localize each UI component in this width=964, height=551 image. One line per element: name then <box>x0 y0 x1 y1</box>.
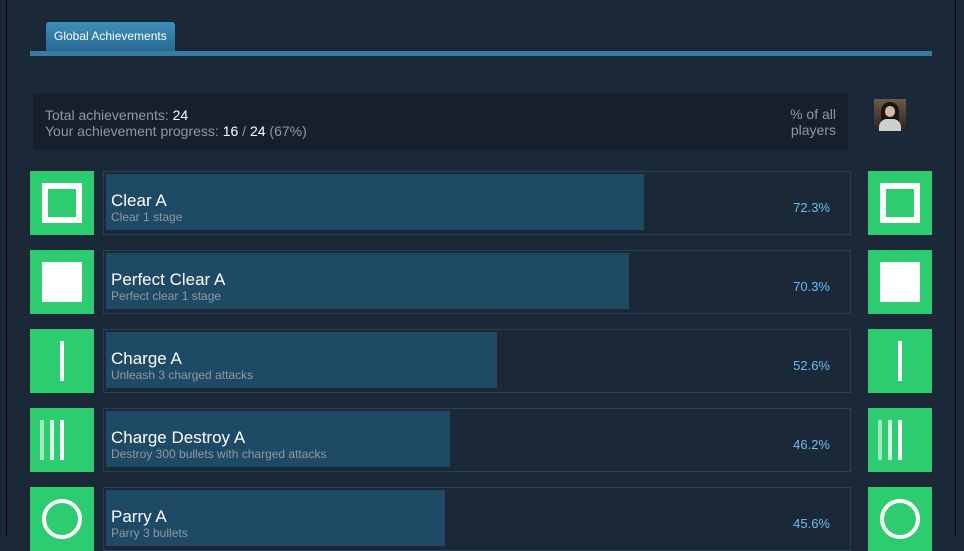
single-bar-icon <box>30 329 94 393</box>
square-outline-icon <box>868 171 932 235</box>
percent-players-header: % of all players <box>790 106 836 138</box>
achievement-summary: Total achievements: 24 Your achievement … <box>33 94 848 150</box>
achievement-title: Charge A <box>111 349 182 368</box>
achievement-description: Parry 3 bullets <box>111 526 188 540</box>
square-outline-icon <box>30 171 94 235</box>
total-value: 24 <box>172 107 189 123</box>
progress-total: 24 <box>249 123 266 139</box>
tab-bar: Global Achievements <box>30 0 932 56</box>
achievement-percent: 70.3% <box>793 279 830 294</box>
achievement-progress-box: Perfect Clear A Perfect clear 1 stage 70.3… <box>103 250 851 314</box>
achievement-progress-box: Charge A Unleash 3 charged attacks 52.6% <box>103 329 851 393</box>
triple-bar-icon <box>30 408 94 472</box>
tab-underline <box>30 51 932 56</box>
achievement-title: Parry A <box>111 507 167 526</box>
achievement-description: Perfect clear 1 stage <box>111 289 222 303</box>
circle-outline-icon <box>868 487 932 551</box>
achievement-row[interactable]: Clear A Clear 1 stage 72.3% <box>30 171 932 235</box>
circle-outline-icon <box>30 487 94 551</box>
total-label: Total achievements: <box>45 107 169 123</box>
achievement-row[interactable]: Perfect Clear A Perfect clear 1 stage 70.3… <box>30 250 932 314</box>
progress-done: 16 <box>222 123 239 139</box>
achievement-progress: Your achievement progress: 16 / 24 (67%) <box>45 123 307 139</box>
filled-square-icon <box>30 250 94 314</box>
percent-fill-bar <box>106 174 644 230</box>
achievement-description: Unleash 3 charged attacks <box>111 368 254 382</box>
progress-label: Your achievement progress: <box>45 123 219 139</box>
achievement-description: Clear 1 stage <box>111 210 183 224</box>
achievement-title: Perfect Clear A <box>111 270 226 289</box>
achievement-percent: 46.2% <box>793 437 830 452</box>
achievement-title: Charge Destroy A <box>111 428 246 447</box>
total-achievements: Total achievements: 24 <box>45 107 188 123</box>
user-avatar[interactable] <box>874 99 906 131</box>
achievement-row[interactable]: Parry A Parry 3 bullets 45.6% <box>30 487 932 551</box>
achievement-row[interactable]: Charge A Unleash 3 charged attacks 52.6% <box>30 329 932 393</box>
filled-square-icon <box>868 250 932 314</box>
achievement-percent: 52.6% <box>793 358 830 373</box>
achievement-percent: 72.3% <box>793 200 830 215</box>
single-bar-icon <box>868 329 932 393</box>
achievement-progress-box: Charge Destroy A Destroy 300 bullets with… <box>103 408 851 472</box>
achievement-percent: 45.6% <box>793 516 830 531</box>
achievement-description: Destroy 300 bullets with charged attacks <box>111 447 327 461</box>
triple-bar-icon <box>868 408 932 472</box>
progress-percent: (67%) <box>269 123 307 139</box>
tab-global-achievements[interactable]: Global Achievements <box>46 22 175 51</box>
achievement-title: Clear A <box>111 191 167 210</box>
achievement-progress-box: Clear A Clear 1 stage 72.3% <box>103 171 851 235</box>
achievement-row[interactable]: Charge Destroy A Destroy 300 bullets with… <box>30 408 932 472</box>
progress-separator: / <box>242 123 247 139</box>
achievement-progress-box: Parry A Parry 3 bullets 45.6% <box>103 487 851 551</box>
